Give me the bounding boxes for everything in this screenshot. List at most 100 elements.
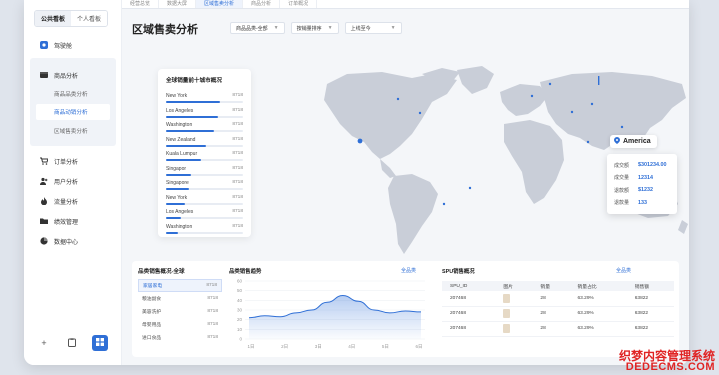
city-row[interactable]: Singapor 8718 xyxy=(166,164,243,179)
city-row[interactable]: Washington 8718 xyxy=(166,222,243,237)
spu-qty: 28 xyxy=(532,306,570,322)
grid-view-button[interactable] xyxy=(92,335,108,351)
sidebar-item-traffic[interactable]: 流量分析 xyxy=(30,194,116,208)
tab-orders[interactable]: 订单概况 xyxy=(280,0,318,8)
category-row[interactable]: 美容洗护 8718 xyxy=(138,305,222,318)
popup-key: 成交额 xyxy=(614,162,630,169)
city-value: 8718 xyxy=(232,165,243,171)
city-row[interactable]: Kuala Lumpur 8718 xyxy=(166,149,243,164)
category-row[interactable]: 进口食品 8718 xyxy=(138,331,222,344)
plus-icon: + xyxy=(41,338,47,348)
city-name: Washington xyxy=(166,223,193,230)
box-icon xyxy=(40,71,48,79)
spu-summary: SPU销售概况 全品类 SPU_ID 图片 销量 销量占比 销售额 207468… xyxy=(442,267,674,353)
category-select-value: 商品品类-全部 xyxy=(236,25,268,32)
sidebar-subitem-region[interactable]: 区域售卖分析 xyxy=(30,120,116,142)
tab-goods[interactable]: 商品分析 xyxy=(243,0,281,8)
folder-icon xyxy=(40,217,48,225)
tab-public-board[interactable]: 公共看板 xyxy=(35,11,72,26)
y-tick-label: 50 xyxy=(237,288,243,293)
add-button[interactable]: + xyxy=(36,335,52,351)
category-row[interactable]: 母婴用品 8718 xyxy=(138,318,222,331)
popup-key: 退款量 xyxy=(614,200,630,207)
city-bar xyxy=(166,159,201,161)
category-value: 8718 xyxy=(207,296,218,301)
city-row[interactable]: Los Angeles 8718 xyxy=(166,207,243,222)
city-row[interactable]: New Zealand 8718 xyxy=(166,135,243,150)
tab-overview[interactable]: 经营总览 xyxy=(122,0,160,8)
product-thumbnail xyxy=(495,291,533,307)
page-tabs: 经营总览 数据大屏 区域售卖分析 商品分析 订单概况 xyxy=(122,0,689,9)
category-row[interactable]: 粮油副食 8718 xyxy=(138,292,222,305)
spu-id: 207468 xyxy=(442,306,496,322)
x-tick-label: 5日 xyxy=(382,344,389,350)
table-row[interactable]: 207468 28 63.29% 63822 xyxy=(442,321,674,337)
filter-bar: 商品品类-全部 ▼ 按销量排序 ▼ 上线至今 ▼ xyxy=(230,22,402,34)
spu-share: 63.29% xyxy=(569,321,627,337)
category-value: 8718 xyxy=(206,283,217,288)
tab-big-screen[interactable]: 数据大屏 xyxy=(159,0,197,8)
category-select[interactable]: 商品品类-全部 ▼ xyxy=(230,22,285,34)
product-image xyxy=(503,293,511,303)
city-row[interactable]: New York 8718 xyxy=(166,91,243,106)
sidebar-subitem-category[interactable]: 商品品类分析 xyxy=(30,84,116,104)
city-value: 8718 xyxy=(232,136,243,142)
map-region-tag[interactable]: America xyxy=(610,135,657,148)
category-name: 进口食品 xyxy=(142,336,162,341)
sidebar-item-orders[interactable]: 订单分析 xyxy=(30,154,116,168)
sidebar-item-performance[interactable]: 绩效管理 xyxy=(30,214,116,228)
product-thumbnail xyxy=(495,306,533,322)
sidebar-item-label: 商品分析 xyxy=(54,73,79,80)
city-row[interactable]: New York 8718 xyxy=(166,193,243,208)
popup-row: 成交额 $301234.00 xyxy=(614,159,670,172)
sidebar-item-driving[interactable]: 驾驶舱 xyxy=(30,38,116,52)
map-pin-icon xyxy=(614,137,620,146)
column-header: 销量占比 xyxy=(569,281,627,291)
sidebar-item-label: 绩效管理 xyxy=(54,219,79,226)
spu-all-categories-link[interactable]: 全品类 xyxy=(616,267,631,274)
city-row[interactable]: Los Angeles 8718 xyxy=(166,106,243,121)
sort-select[interactable]: 按销量排序 ▼ xyxy=(290,22,339,34)
pie-chart-icon xyxy=(40,237,48,245)
category-summary-title: 品类销售概况-全球 xyxy=(138,269,185,275)
sidebar-group-goods: 商品分析 商品品类分析 商品动销分析 区域售卖分析 xyxy=(30,58,116,146)
popup-row: 退款额 $1232 xyxy=(614,184,670,197)
popup-row: 退款量 133 xyxy=(614,197,670,210)
city-bar xyxy=(166,130,214,132)
table-row[interactable]: 207468 28 63.29% 63822 xyxy=(442,291,674,307)
clipboard-button[interactable] xyxy=(64,335,80,351)
sidebar: 公共看板 个人看板 驾驶舱 商品分析 商品品类分析 商品动销分析 区域售卖分析 xyxy=(24,0,122,365)
spu-sales: 63822 xyxy=(626,321,674,337)
sidebar-item-data-center[interactable]: 数据中心 xyxy=(30,234,116,248)
city-value: 8718 xyxy=(232,122,243,127)
city-value: 8718 xyxy=(232,151,243,156)
x-tick-label: 3日 xyxy=(315,344,322,350)
city-bar xyxy=(166,144,207,147)
app-window: 公共看板 个人看板 驾驶舱 商品分析 商品品类分析 商品动销分析 区域售卖分析 xyxy=(24,0,689,365)
city-bar xyxy=(166,231,178,234)
tab-personal-board[interactable]: 个人看板 xyxy=(71,11,108,26)
sidebar-item-goods[interactable]: 商品分析 xyxy=(30,58,116,82)
time-range-select[interactable]: 上线至今 ▼ xyxy=(344,22,402,34)
map-region-name: America xyxy=(623,138,651,145)
sidebar-subitem-movement[interactable]: 商品动销分析 xyxy=(36,104,110,120)
sidebar-item-users[interactable]: 用户分析 xyxy=(30,174,116,188)
product-thumbnail xyxy=(495,321,533,337)
grid-icon xyxy=(96,338,104,348)
city-row[interactable]: Singapore 8718 xyxy=(166,178,243,193)
y-tick-label: 40 xyxy=(237,298,243,303)
category-row[interactable]: 家居家电 8718 xyxy=(138,279,222,292)
bottom-panel: 品类销售概况-全球 家居家电 8718 粮油副食 8718 美容洗护 8718 母婴用… xyxy=(132,261,679,357)
popup-key: 成交量 xyxy=(614,175,630,182)
city-value: 8718 xyxy=(232,223,243,229)
category-value: 8718 xyxy=(207,322,218,327)
table-row[interactable]: 207468 28 63.29% 63822 xyxy=(442,306,674,322)
spu-summary-title: SPU销售概况 xyxy=(442,269,475,275)
x-tick-label: 1日 xyxy=(247,344,254,350)
trend-all-categories-link[interactable]: 全品类 xyxy=(401,267,416,274)
tab-region-sales[interactable]: 区域售卖分析 xyxy=(196,0,244,8)
city-row[interactable]: Washington 8718 xyxy=(166,120,243,135)
x-tick-label: 6日 xyxy=(415,344,422,350)
column-header: 销售额 xyxy=(626,281,674,291)
category-summary: 品类销售概况-全球 家居家电 8718 粮油副食 8718 美容洗护 8718 母婴用… xyxy=(138,267,222,344)
